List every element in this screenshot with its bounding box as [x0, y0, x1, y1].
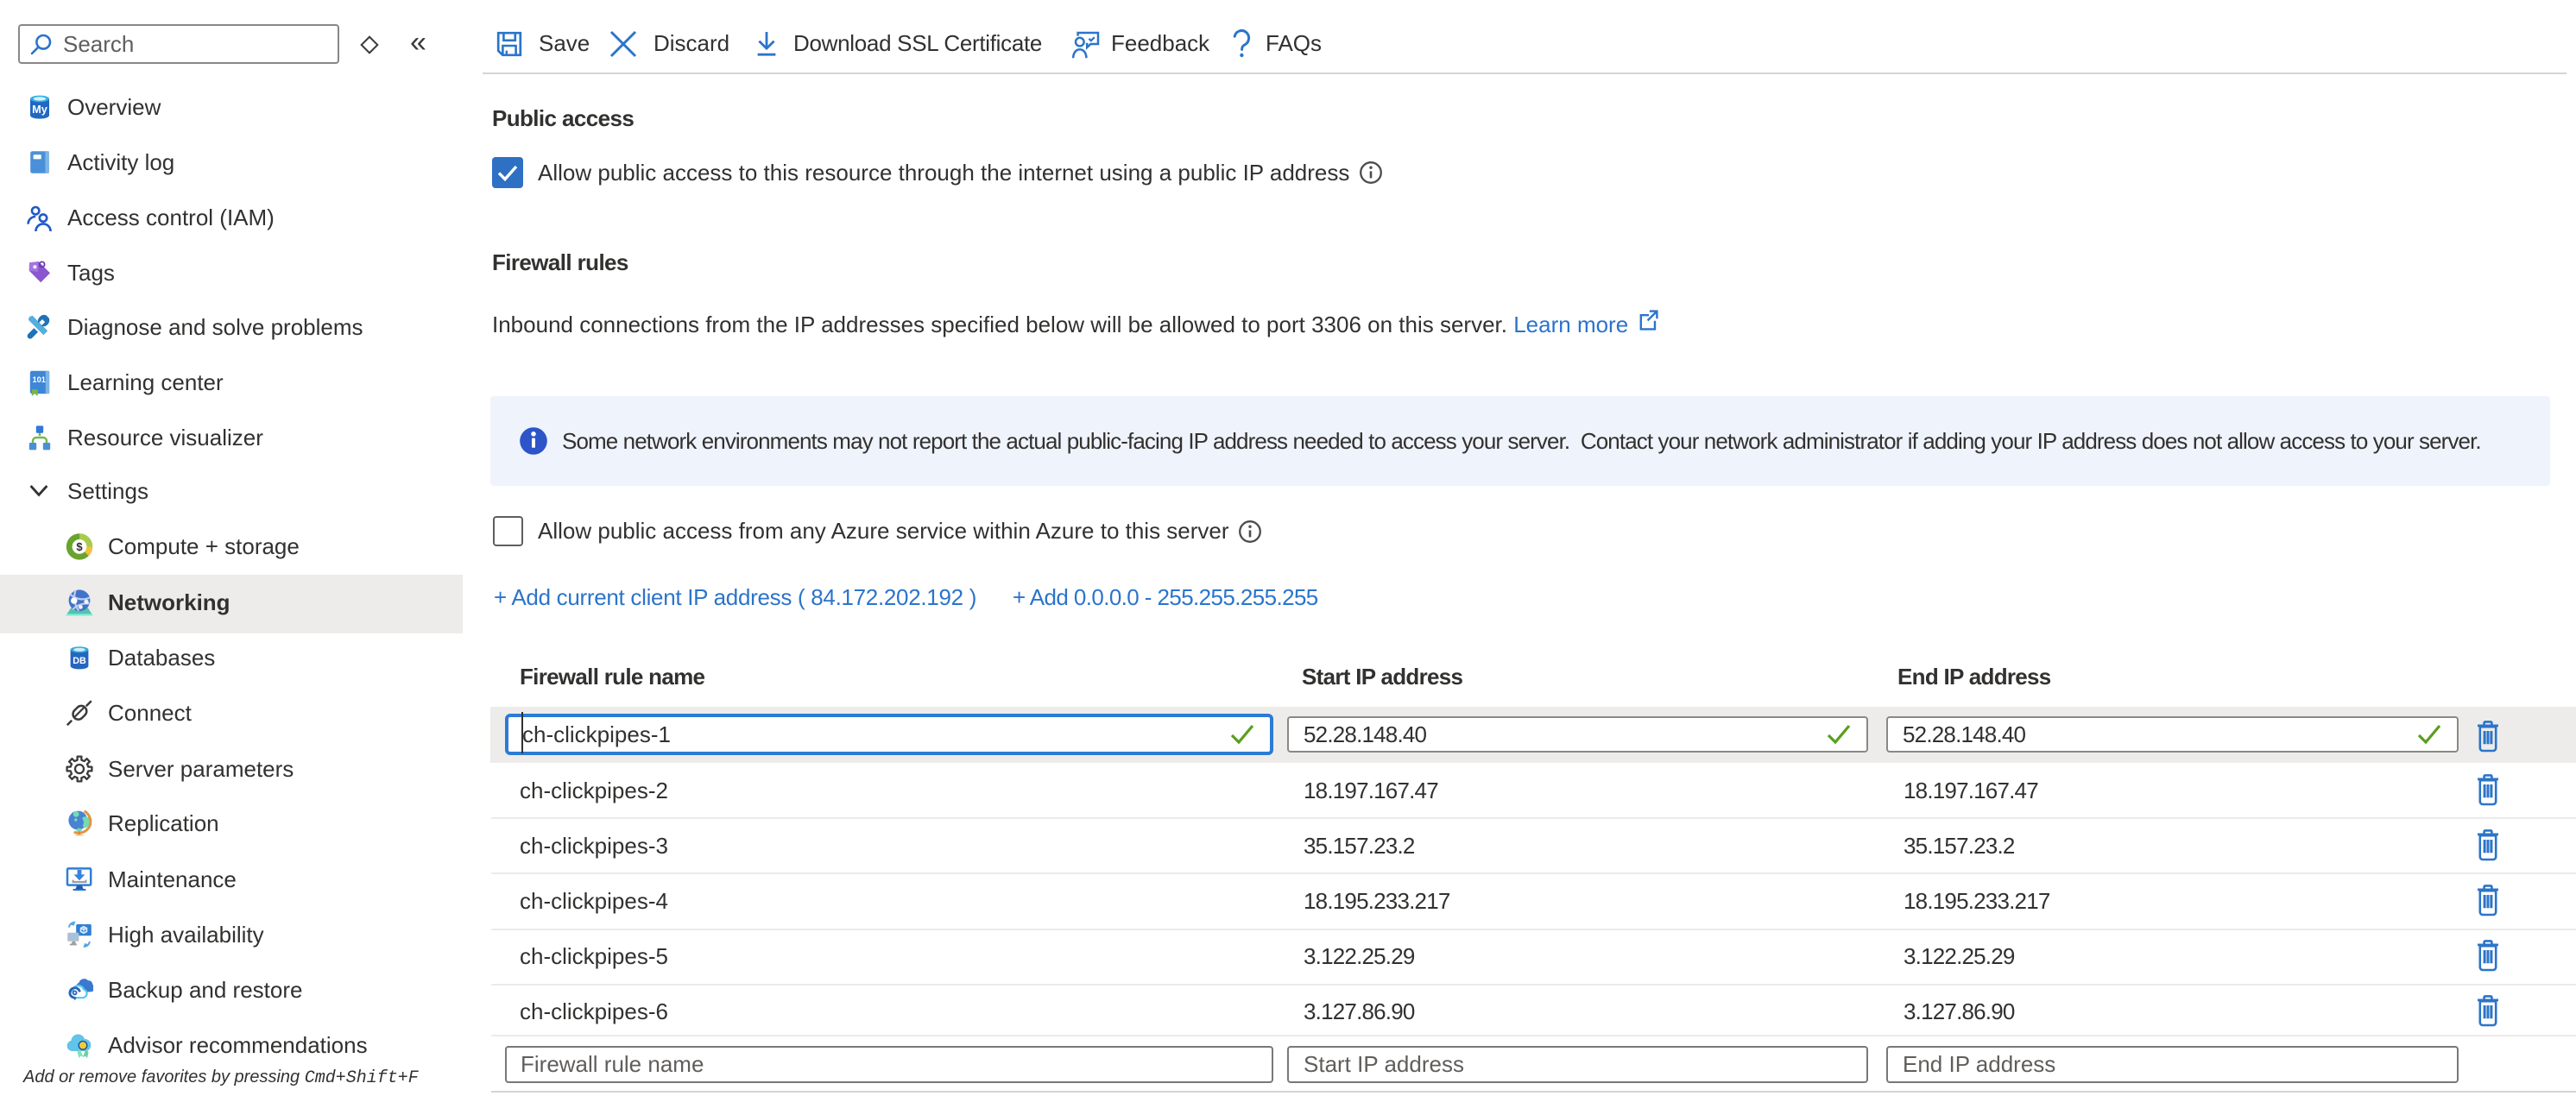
svg-text:My: My: [32, 103, 48, 116]
svg-text:101: 101: [33, 375, 46, 384]
svg-text:$: $: [76, 540, 83, 553]
svg-text:DB: DB: [73, 656, 86, 666]
